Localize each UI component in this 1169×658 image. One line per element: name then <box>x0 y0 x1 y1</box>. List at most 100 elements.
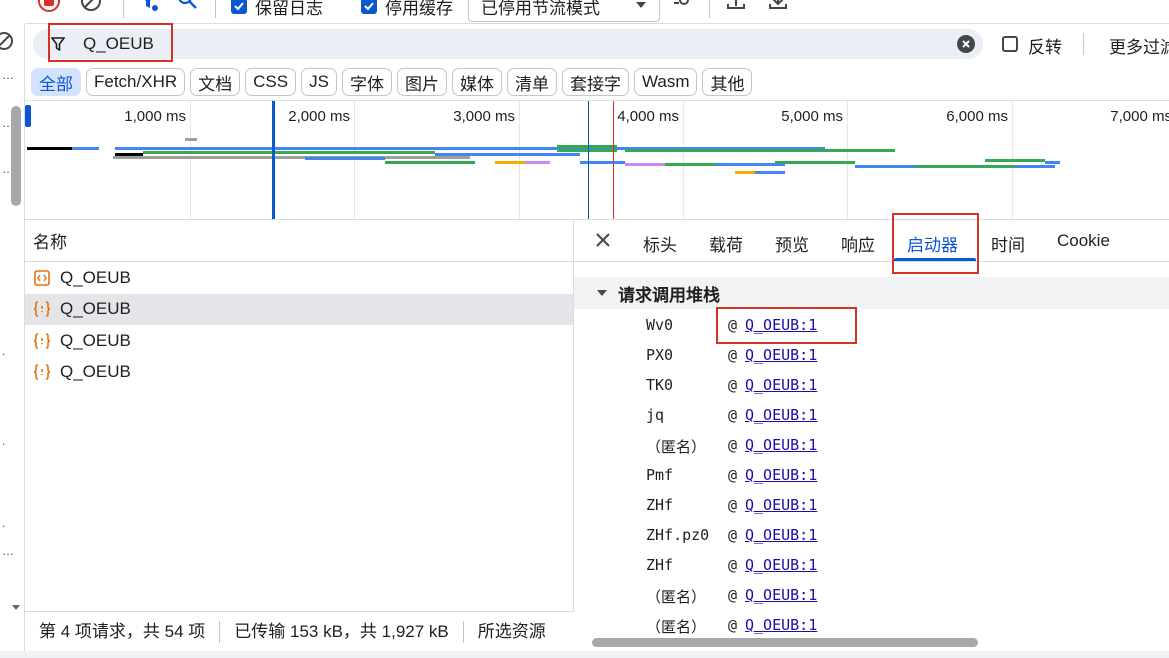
overview-request-bar <box>855 165 915 168</box>
search-icon[interactable] <box>177 0 199 16</box>
overview-request-bar <box>955 165 1015 168</box>
clear-log-icon[interactable] <box>79 0 103 16</box>
call-stack-list: Wv0 @ Q_OEUB:1 PX0 @ Q_OEUB:1 TK0 @ Q_OEUB:1 jq @ Q… <box>574 310 1169 640</box>
devtools-network-panel: … … … . . . … 保留日志 停用缓存 已停用节流模式 Q_OEUB 反… <box>0 0 1169 658</box>
left-sidebar-strip: … … … . . . … <box>0 24 25 658</box>
stack-at-symbol: @ <box>728 496 738 514</box>
stack-source-link[interactable]: Q_OEUB:1 <box>745 436 817 454</box>
clear-filter-icon[interactable] <box>957 35 975 53</box>
type-filter-chip[interactable]: 图片 <box>396 68 447 96</box>
stack-frame: ZHf @ Q_OEUB:1 <box>574 490 1169 520</box>
import-har-upload-icon[interactable] <box>725 0 747 16</box>
throttle-select[interactable]: 已停用节流模式 <box>468 0 660 22</box>
horizontal-scrollbar-thumb[interactable] <box>592 638 978 647</box>
overview-request-bar <box>625 163 665 166</box>
column-header-name[interactable]: 名称 <box>25 220 573 262</box>
type-filter-chip[interactable]: Wasm <box>633 68 698 96</box>
toolbar-separator <box>709 0 710 18</box>
checkbox-checked-icon <box>231 0 247 14</box>
stack-source-link[interactable]: Q_OEUB:1 <box>745 346 817 364</box>
disable-cache-checkbox[interactable]: 停用缓存 <box>361 0 453 18</box>
details-tab[interactable]: 启动器 <box>907 231 958 256</box>
ellipsis-marker: . <box>2 434 6 448</box>
type-filter-chip[interactable]: Fetch/XHR <box>86 68 186 96</box>
clear-icon[interactable] <box>0 31 14 51</box>
horizontal-scrollbar[interactable] <box>592 638 1158 648</box>
type-filter-chip[interactable]: 字体 <box>341 68 392 96</box>
call-stack-section-header[interactable]: 请求调用堆栈 <box>574 277 1169 309</box>
network-conditions-gear-icon[interactable] <box>671 0 693 16</box>
type-filter-chip[interactable]: 文档 <box>190 68 241 96</box>
more-filters-dropdown[interactable]: 更多过滤 <box>1109 33 1169 58</box>
stack-frame: Wv0 @ Q_OEUB:1 <box>574 310 1169 340</box>
request-row[interactable]: Q_OEUB <box>25 262 573 294</box>
stack-source-link[interactable]: Q_OEUB:1 <box>745 616 817 634</box>
overview-request-bar <box>27 147 72 150</box>
stack-source-link[interactable]: Q_OEUB:1 <box>745 556 817 574</box>
stack-at-symbol: @ <box>728 346 738 364</box>
request-name: Q_OEUB <box>60 330 131 350</box>
filter-input[interactable]: Q_OEUB <box>33 29 983 59</box>
stack-frame: jq @ Q_OEUB:1 <box>574 400 1169 430</box>
overview-request-bar <box>305 157 385 160</box>
stack-source-link[interactable]: Q_OEUB:1 <box>745 376 817 394</box>
ellipsis-marker: … <box>2 68 14 82</box>
details-tab[interactable]: 响应 <box>841 231 875 256</box>
overview-request-bar <box>185 138 197 141</box>
overview-request-bar <box>430 156 470 159</box>
close-details-icon[interactable] <box>594 231 612 249</box>
stack-function-name: （匿名） <box>646 618 707 636</box>
stack-source-link[interactable]: Q_OEUB:1 <box>745 586 817 604</box>
stack-source-link[interactable]: Q_OEUB:1 <box>745 406 817 424</box>
checkbox-checked-icon <box>361 0 377 14</box>
details-tab[interactable]: 预览 <box>775 231 809 256</box>
triangle-down-icon <box>597 290 607 296</box>
preserve-log-checkbox[interactable]: 保留日志 <box>231 0 323 18</box>
ellipsis-marker: . <box>2 516 6 530</box>
disable-cache-label: 停用缓存 <box>385 0 453 18</box>
stack-source-link[interactable]: Q_OEUB:1 <box>745 496 817 514</box>
type-filter-chip[interactable]: 媒体 <box>451 68 502 96</box>
script-icon <box>33 300 51 318</box>
toolbar-separator <box>215 0 216 18</box>
type-filter-chip[interactable]: 其他 <box>702 68 753 96</box>
request-list: 名称 Q_OEUB Q_OEUB Q_OEUB Q_OEUB <box>25 220 574 611</box>
overview-request-bar <box>557 149 617 152</box>
overview-gridline <box>190 101 191 219</box>
stack-source-link[interactable]: Q_OEUB:1 <box>745 316 817 334</box>
filter-bar: Q_OEUB 反转 更多过滤 <box>25 24 1169 64</box>
stack-source-link[interactable]: Q_OEUB:1 <box>745 466 817 484</box>
overview-left-handle[interactable] <box>25 105 31 127</box>
left-scrollbar-thumb[interactable] <box>11 106 21 206</box>
stack-function-name: ZHf <box>646 496 674 514</box>
type-filter-chip[interactable]: 清单 <box>506 68 557 96</box>
ellipsis-marker: … <box>2 544 14 558</box>
type-filter-chip[interactable]: 全部 <box>31 68 81 96</box>
timeline-overview[interactable]: 1,000 ms 2,000 ms 3,000 ms 4,000 ms 5,000 ms… <box>25 100 1169 220</box>
stack-frame: ZHf.pz0 @ Q_OEUB:1 <box>574 520 1169 550</box>
details-tab[interactable]: 标头 <box>643 231 677 256</box>
scroll-down-icon[interactable] <box>11 604 21 612</box>
overview-tick-label: 5,000 ms <box>781 108 843 125</box>
type-filter-chip[interactable]: CSS <box>245 68 297 96</box>
details-tab[interactable]: 时间 <box>991 231 1025 256</box>
details-tab[interactable]: Cookie <box>1057 231 1110 251</box>
status-transferred: 已传输 153 kB，共 1,927 kB <box>220 620 464 643</box>
request-row[interactable]: Q_OEUB <box>25 293 573 325</box>
type-filter-chip[interactable]: 套接字 <box>561 68 629 96</box>
request-row[interactable]: Q_OEUB <box>25 325 573 357</box>
stack-at-symbol: @ <box>728 556 738 574</box>
invert-checkbox[interactable] <box>1002 36 1018 52</box>
request-name: Q_OEUB <box>60 267 131 287</box>
stack-frame: （匿名） @ Q_OEUB:1 <box>574 430 1169 460</box>
filter-funnel-icon[interactable] <box>137 0 159 16</box>
record-stop-icon[interactable] <box>37 0 61 16</box>
overview-request-bar <box>665 163 715 166</box>
status-selected-resources: 所选资源 <box>477 621 546 641</box>
request-row[interactable]: Q_OEUB <box>25 357 573 389</box>
type-filter-chip[interactable]: JS <box>301 68 337 96</box>
stack-function-name: （匿名） <box>646 438 707 456</box>
details-tab[interactable]: 载荷 <box>709 231 743 256</box>
stack-source-link[interactable]: Q_OEUB:1 <box>745 526 817 544</box>
export-har-download-icon[interactable] <box>767 0 789 16</box>
